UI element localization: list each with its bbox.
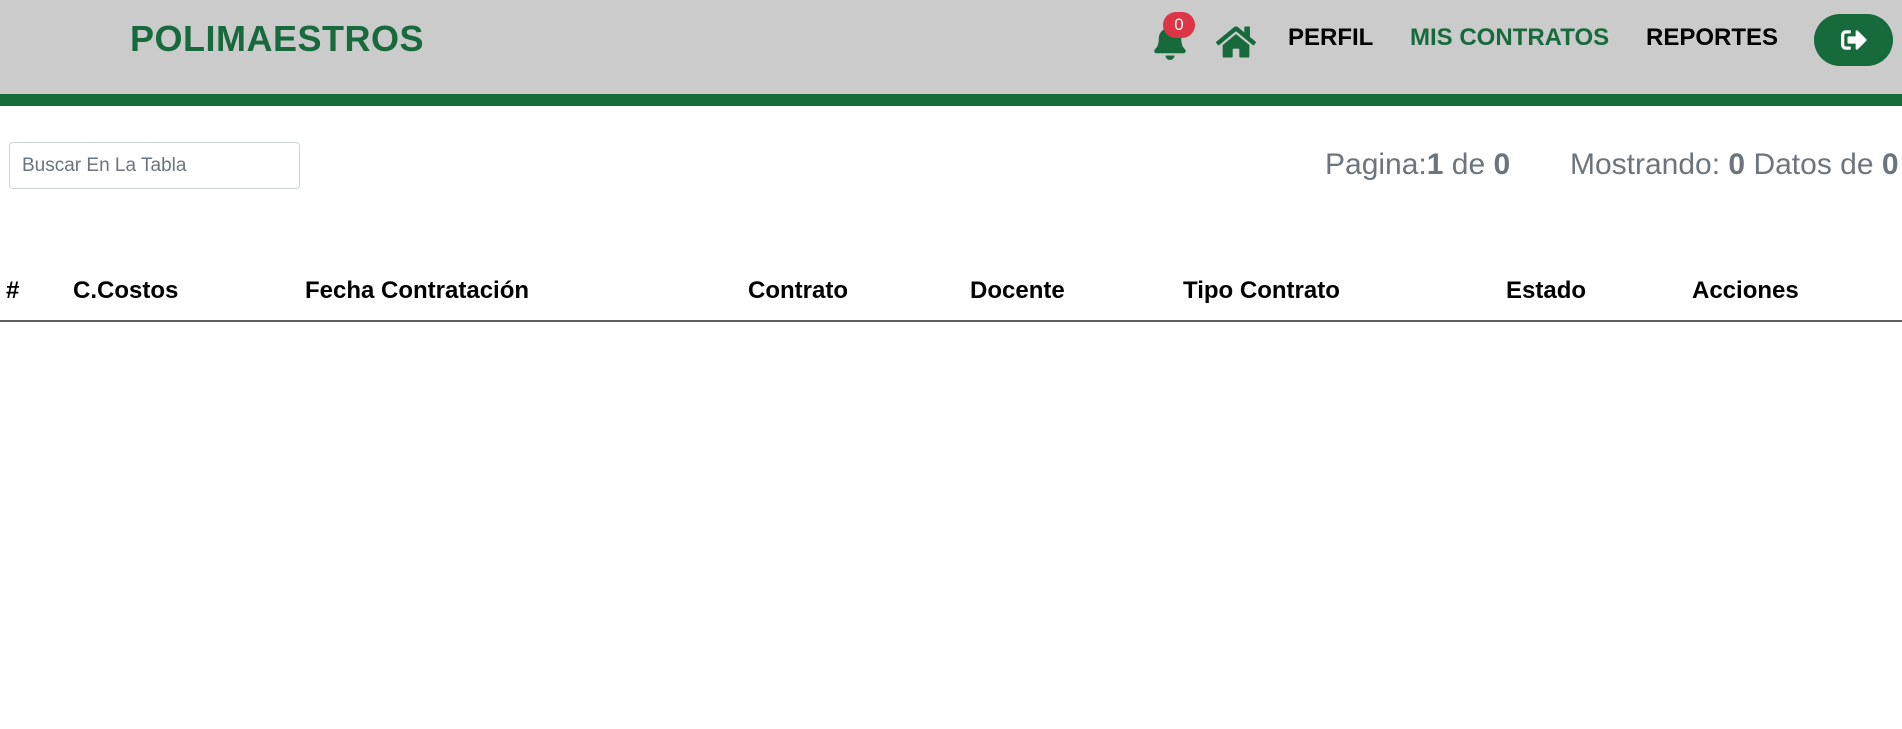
table-search-input[interactable]: [9, 142, 300, 189]
column-header-hire-date[interactable]: Fecha Contratación: [305, 277, 529, 305]
logout-button[interactable]: [1814, 14, 1893, 66]
nav-link-perfil[interactable]: PERFIL: [1288, 24, 1373, 52]
page-total: 0: [1493, 148, 1511, 181]
column-header-contract[interactable]: Contrato: [748, 277, 848, 305]
column-header-teacher[interactable]: Docente: [970, 277, 1065, 305]
table-header-row: # C.Costos Fecha Contratación Contrato D…: [0, 264, 1902, 322]
top-navbar: POLIMAESTROS 0 PERFIL MIS CONTRATOS REPO…: [0, 0, 1902, 94]
home-button[interactable]: [1216, 24, 1256, 60]
column-header-status[interactable]: Estado: [1506, 277, 1586, 305]
sign-out-icon: [1841, 30, 1867, 50]
records-indicator: Mostrando: 0 Datos de 0: [1570, 148, 1899, 182]
column-header-cost-center[interactable]: C.Costos: [73, 277, 178, 305]
nav-link-mis-contratos[interactable]: MIS CONTRATOS: [1410, 24, 1609, 52]
column-header-index[interactable]: #: [6, 277, 19, 305]
nav-link-reportes[interactable]: REPORTES: [1646, 24, 1778, 52]
home-icon: [1216, 26, 1256, 58]
column-header-contract-type[interactable]: Tipo Contrato: [1183, 277, 1340, 305]
column-header-actions: Acciones: [1692, 277, 1799, 304]
page-label: Pagina:: [1325, 148, 1427, 181]
brand-title[interactable]: POLIMAESTROS: [130, 18, 424, 60]
page-of-label: de: [1451, 148, 1486, 181]
page-indicator: Pagina:1 de 0: [1325, 148, 1510, 182]
notification-count-badge: 0: [1163, 12, 1195, 38]
contracts-table: # C.Costos Fecha Contratación Contrato D…: [0, 264, 1902, 322]
showing-of-label: Datos de: [1753, 148, 1874, 181]
showing-label: Mostrando:: [1570, 148, 1721, 181]
page-current: 1: [1426, 148, 1444, 181]
showing-count: 0: [1728, 148, 1746, 181]
navbar-accent-stripe: [0, 94, 1902, 106]
showing-total: 0: [1881, 148, 1899, 181]
